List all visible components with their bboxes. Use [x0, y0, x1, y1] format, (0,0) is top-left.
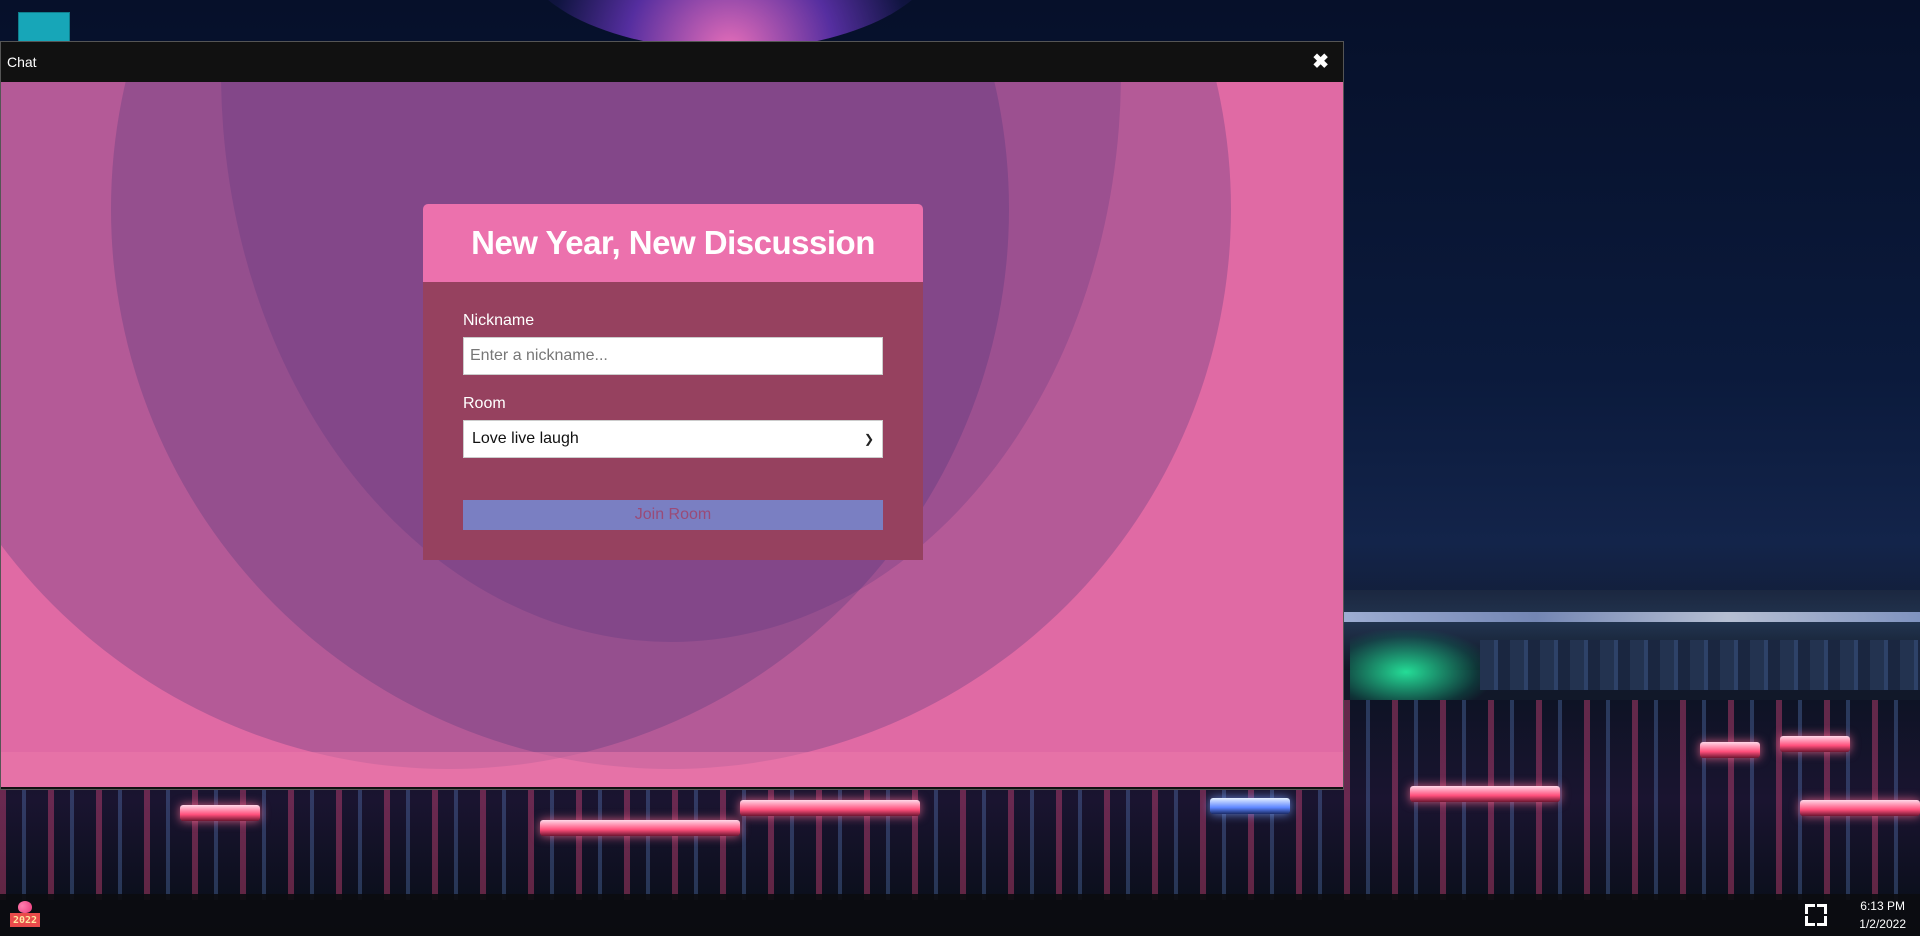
taskbar-clock[interactable]: 6:13 PM 1/2/2022 [1859, 897, 1906, 933]
start-2022-icon[interactable]: 2022 [10, 901, 40, 929]
room-select-value: Love live laugh [472, 430, 579, 447]
boat [1210, 798, 1290, 814]
chat-content: New Year, New Discussion Nickname Room L… [1, 82, 1343, 787]
clock-date: 1/2/2022 [1859, 917, 1906, 931]
join-card-header: New Year, New Discussion [423, 204, 923, 282]
boat [1780, 736, 1850, 752]
chat-window: Chat ✖ New Year, New Discussion Nickname… [0, 41, 1344, 790]
boat [1800, 800, 1920, 816]
heart-icon [18, 901, 32, 913]
room-label: Room [463, 395, 506, 412]
green-light-glow [1350, 630, 1490, 700]
close-icon[interactable]: ✖ [1312, 52, 1329, 72]
room-select[interactable]: Love live laugh ❯ [463, 420, 883, 458]
join-heading: New Year, New Discussion [471, 224, 875, 261]
boat [180, 805, 260, 821]
boat [540, 820, 740, 836]
bridge-lights [1344, 612, 1920, 622]
window-title: Chat [7, 54, 37, 70]
system-tray: 6:13 PM 1/2/2022 [1805, 897, 1906, 933]
start-icon-year: 2022 [10, 913, 40, 927]
nickname-label: Nickname [463, 312, 535, 329]
join-card-body: Nickname Room Love live laugh ❯ Join Roo… [423, 282, 923, 560]
join-card: New Year, New Discussion Nickname Room L… [423, 204, 923, 560]
boat [740, 800, 920, 816]
join-room-button[interactable]: Join Room [463, 500, 883, 530]
boat [1700, 742, 1760, 758]
chevron-down-icon: ❯ [863, 432, 874, 446]
window-titlebar[interactable]: Chat ✖ [1, 42, 1343, 82]
fullscreen-icon[interactable] [1805, 904, 1828, 926]
clock-time: 6:13 PM [1860, 899, 1905, 913]
nickname-input[interactable] [463, 337, 883, 375]
taskbar: 2022 6:13 PM 1/2/2022 [0, 894, 1920, 936]
content-footer-band [1, 752, 1343, 787]
desktop-app-icon[interactable] [18, 12, 70, 42]
city-skyline [1480, 640, 1920, 690]
boat [1410, 786, 1560, 802]
